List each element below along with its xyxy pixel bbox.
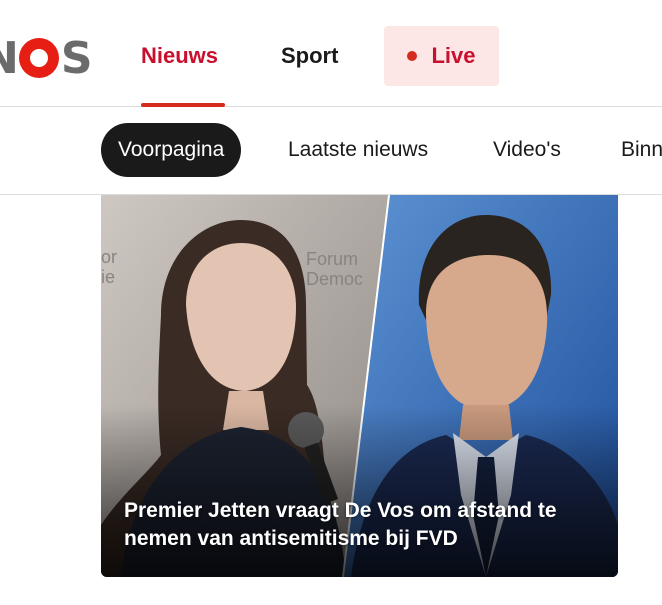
logo-wordmark: NS	[0, 32, 93, 84]
live-label: Live	[431, 43, 476, 68]
nos-logo[interactable]: NS	[0, 32, 93, 84]
subnav-item-videos[interactable]: Video's	[493, 123, 561, 177]
logo-letter-n: N	[0, 33, 19, 84]
subnav-item-laatste-nieuws[interactable]: Laatste nieuws	[288, 123, 428, 177]
site-header: NS Nieuws Sport Live	[0, 4, 662, 107]
logo-letter-s: S	[60, 32, 93, 84]
nav-item-nieuws[interactable]: Nieuws	[141, 4, 225, 107]
nav-item-sport[interactable]: Sport	[281, 4, 338, 107]
subnav-item-binnenland[interactable]: Binnenland	[621, 123, 662, 177]
logo-circle-icon	[18, 38, 59, 78]
hero-headline: Premier Jetten vraagt De Vos om afstand …	[124, 499, 557, 550]
main-nav: Nieuws Sport	[141, 4, 338, 107]
live-dot-icon	[407, 51, 418, 61]
sub-nav: Voorpagina Laatste nieuws Video's Binnen…	[0, 107, 662, 195]
subnav-item-voorpagina[interactable]: Voorpagina	[101, 123, 242, 177]
hero-article-card[interactable]: or ie ForumDemoc Premier Jetten vraagt D…	[101, 195, 618, 577]
live-button[interactable]: Live	[384, 26, 499, 86]
